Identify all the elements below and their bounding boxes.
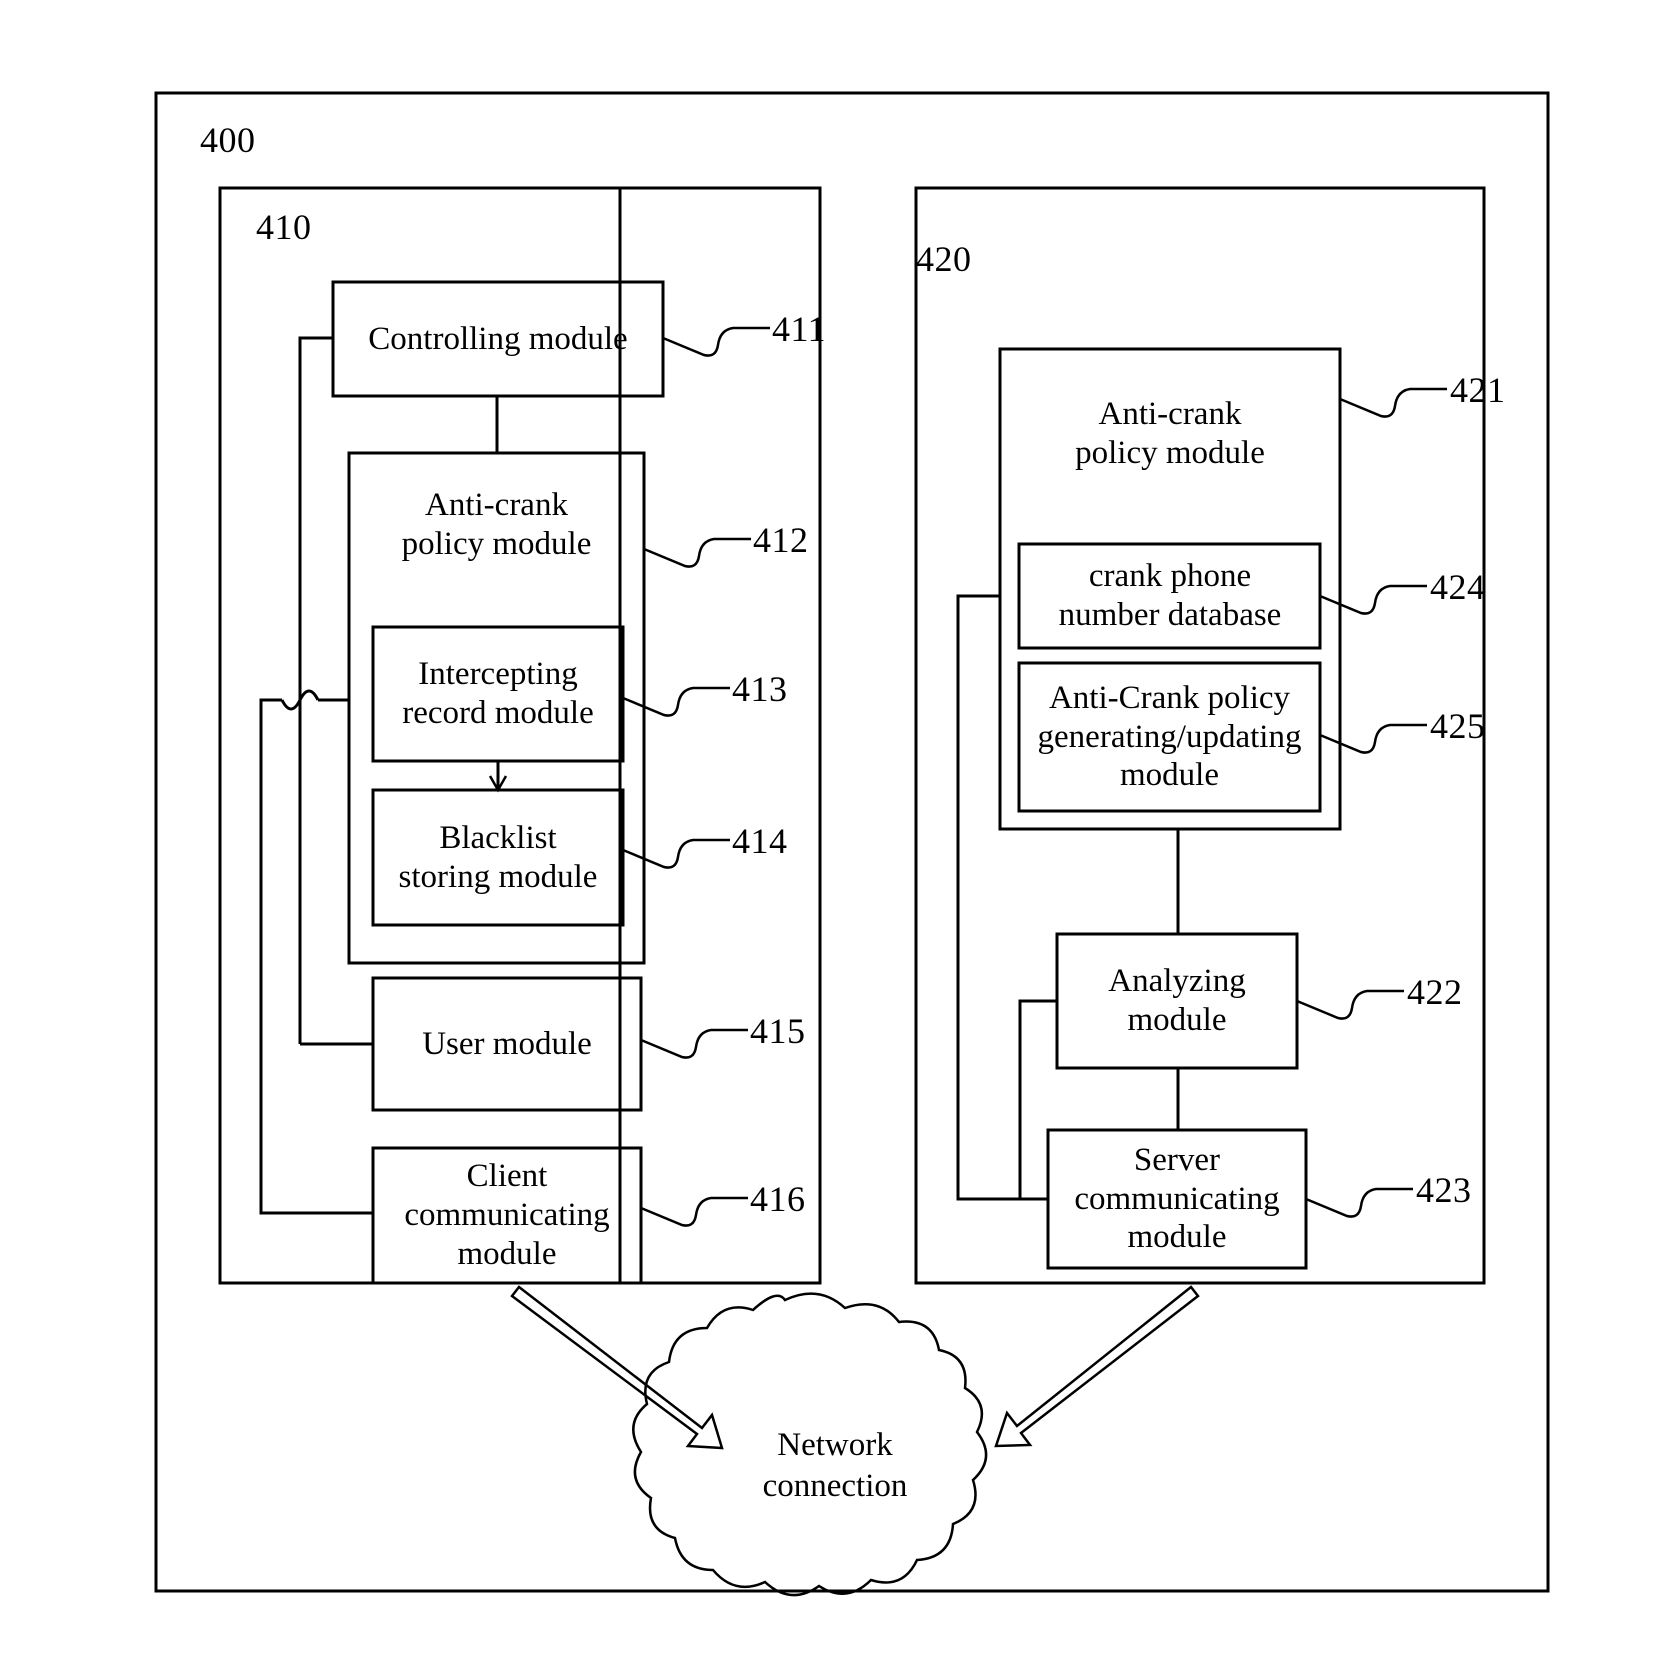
leader-425	[1319, 723, 1427, 754]
outer-system-box	[154, 91, 1550, 1593]
intercepting-record-module-box	[371, 625, 625, 763]
server-communicating-module-box	[1046, 1128, 1308, 1270]
leader-421	[1339, 387, 1447, 418]
anticrank-policy-generating-updating-box	[1017, 661, 1322, 813]
leader-414	[622, 838, 730, 869]
analyzing-module-box	[1055, 932, 1299, 1070]
user-module-box	[371, 976, 643, 1112]
crank-phone-number-database-box	[1017, 542, 1322, 650]
network-connection-label: Network connection	[762, 1427, 908, 1505]
ref-424: 424	[1430, 567, 1486, 607]
ref-425: 425	[1430, 706, 1486, 746]
ref-413: 413	[732, 669, 788, 709]
leader-422	[1296, 989, 1404, 1020]
leader-424	[1319, 584, 1427, 615]
wire-422-left-rail	[1018, 999, 1057, 1199]
leader-416	[640, 1196, 748, 1227]
leader-413	[622, 686, 730, 717]
arrow-server-to-network	[994, 1285, 1200, 1448]
leader-411	[662, 326, 770, 357]
leader-412	[643, 537, 751, 568]
ref-414: 414	[732, 821, 788, 861]
client-group-box-real	[218, 186, 822, 1285]
ref-421: 421	[1450, 370, 1506, 410]
ref-416: 416	[750, 1179, 806, 1219]
wire-left-rail-down	[259, 698, 373, 1215]
controlling-module-box	[331, 280, 665, 398]
blacklist-storing-module-box	[371, 788, 625, 927]
wire-421-left-rail	[956, 594, 1048, 1201]
ref-415: 415	[750, 1011, 806, 1051]
client-group-box-b	[220, 188, 620, 1283]
ref-412: 412	[753, 520, 809, 560]
outer-system-ref-400: 400	[200, 120, 256, 160]
ref-411: 411	[772, 309, 827, 349]
diagram-line-layer	[154, 91, 1550, 1597]
patent-figure-400: 400 410 420 Controlling module Anti-cran…	[0, 0, 1678, 1656]
leader-415	[640, 1028, 748, 1059]
ref-422: 422	[1407, 972, 1463, 1012]
ref-423: 423	[1416, 1170, 1472, 1210]
client-communicating-module-box	[371, 1146, 643, 1285]
client-group-box	[218, 186, 622, 1285]
arrow-client-to-network	[510, 1285, 724, 1450]
client-group-ref-410: 410	[256, 207, 312, 247]
client-anticrank-policy-box	[347, 451, 646, 965]
leader-423	[1305, 1187, 1413, 1218]
server-anticrank-policy-box	[998, 347, 1342, 831]
server-group-ref-420: 420	[916, 239, 972, 279]
